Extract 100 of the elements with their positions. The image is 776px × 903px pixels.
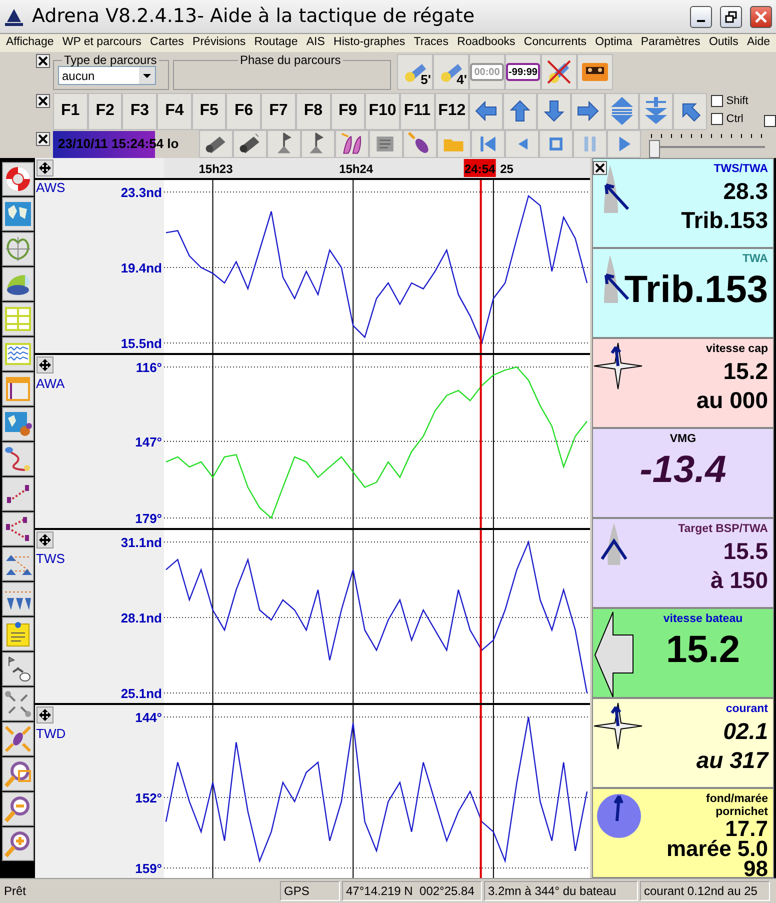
tool-button[interactable] [2,442,34,476]
instrument-value: 98 [744,859,768,879]
move-handle-icon[interactable] [36,160,54,176]
move-handle-icon[interactable] [36,356,54,374]
course-type-dropdown[interactable]: aucun [58,66,156,85]
checkbox-label: Ctrl [726,112,744,127]
checkbox[interactable] [764,115,776,127]
arrow-button[interactable] [537,92,572,130]
group-label: Type de parcours [63,54,158,66]
tool-button[interactable] [2,827,34,861]
menu-item[interactable]: Prévisions [192,34,246,52]
function-key[interactable]: F8 [296,92,330,130]
tool-button[interactable] [2,547,34,581]
close-button[interactable] [36,54,50,68]
instrument-title: Target BSP/TWA [678,523,768,536]
function-key[interactable]: F4 [157,92,192,130]
timer-label: 4' [456,70,467,88]
menu-item[interactable]: AIS [306,34,325,52]
menu-item[interactable]: Roadbooks [457,34,516,52]
function-key[interactable]: F12 [434,92,470,130]
toolbar-button[interactable]: -99:99 [505,54,541,90]
close-icon [595,163,605,173]
tool-button[interactable] [2,407,34,441]
arrow-button[interactable] [639,92,674,130]
toolbar-button[interactable] [267,130,301,158]
menu-item[interactable]: Cartes [150,34,184,52]
dropdown-caret-icon [139,67,155,84]
timer-label: 5' [420,70,431,88]
tool-button[interactable] [2,337,34,371]
instrument-value: au 317 [696,748,768,773]
tool-button[interactable] [2,582,34,616]
function-key[interactable]: F9 [330,92,366,130]
tool-button[interactable] [2,162,34,196]
instrument-value: marée 5.0 [666,839,768,860]
menu-item[interactable]: Affichage [6,34,54,52]
close-button[interactable] [750,6,772,28]
tool-button[interactable] [2,757,34,791]
menu-item[interactable]: Outils [708,34,738,52]
axis-label: 179° [135,511,162,526]
restore-button[interactable] [720,6,742,28]
tool-button[interactable] [2,792,34,826]
minimize-button[interactable] [690,6,712,28]
arrow-button[interactable] [571,92,606,130]
table-icon [3,304,33,334]
axis-label: 19.4nd [120,260,162,276]
status-text: 3.2mn à 344° du bateau [484,881,638,901]
checkbox[interactable] [711,113,724,125]
cursor-time-label: 24:54 [464,159,496,177]
group-label: Phase du parcours [239,54,342,66]
time-label: 15h23 [198,162,233,176]
menu-item[interactable]: Paramètres [640,34,700,52]
toolbar-button[interactable] [233,130,267,158]
menu-item[interactable]: Concurrents [524,34,587,52]
arrow-button[interactable] [673,92,708,130]
menu-item[interactable]: Traces [414,34,448,52]
function-key[interactable]: F10 [365,92,400,130]
menu-item[interactable]: Routage [254,34,298,52]
toolbar-button[interactable]: 5' [397,54,433,90]
function-key[interactable]: F1 [53,92,88,130]
toolbar-button[interactable] [369,130,403,158]
tool-button[interactable] [2,722,34,756]
function-key[interactable]: F5 [192,92,226,130]
function-key[interactable]: F6 [226,92,262,130]
tool-button[interactable] [2,267,34,301]
toolbar-button[interactable] [577,54,613,90]
tool-button[interactable] [2,372,34,406]
function-key[interactable]: F11 [400,92,435,130]
menu-item[interactable]: Optima [595,34,632,52]
tool-button[interactable] [2,477,34,511]
menu-item[interactable]: Aide [746,34,770,52]
close-button[interactable] [36,132,50,146]
close-button[interactable] [593,161,607,175]
tool-button[interactable] [2,652,34,686]
menu-item[interactable]: WP et parcours [62,34,142,52]
arrow-button[interactable] [503,92,538,130]
toolbar-button[interactable] [403,130,437,158]
axis-label: 28.1nd [120,610,162,626]
toolbar-button[interactable] [199,130,233,158]
map-icon [3,199,33,229]
axis-label: 31.1nd [120,535,162,550]
function-key[interactable]: F7 [261,92,296,130]
function-key[interactable]: F3 [122,92,158,130]
close-button[interactable] [36,94,50,108]
toolbar-button[interactable] [335,130,369,158]
checkbox[interactable] [711,95,724,107]
arrow-right-icon [575,98,602,124]
toolbar-button[interactable]: 4' [433,54,469,90]
move-handle-icon[interactable] [36,532,54,548]
menu-item[interactable]: Histo-graphes [334,34,406,52]
tool-button[interactable] [2,512,34,546]
polar-diagram-icon [3,234,33,264]
slider-thumb[interactable] [649,140,660,158]
compass-rose-icon [594,341,644,391]
tool-button[interactable] [2,617,34,651]
arrow-button[interactable] [469,92,504,130]
function-key[interactable]: F2 [88,92,122,130]
toolbar-button[interactable] [301,130,335,158]
instrument-value: 28.3 [723,179,768,205]
move-handle-icon[interactable] [36,706,54,724]
instrument-title: TWA [742,253,768,266]
